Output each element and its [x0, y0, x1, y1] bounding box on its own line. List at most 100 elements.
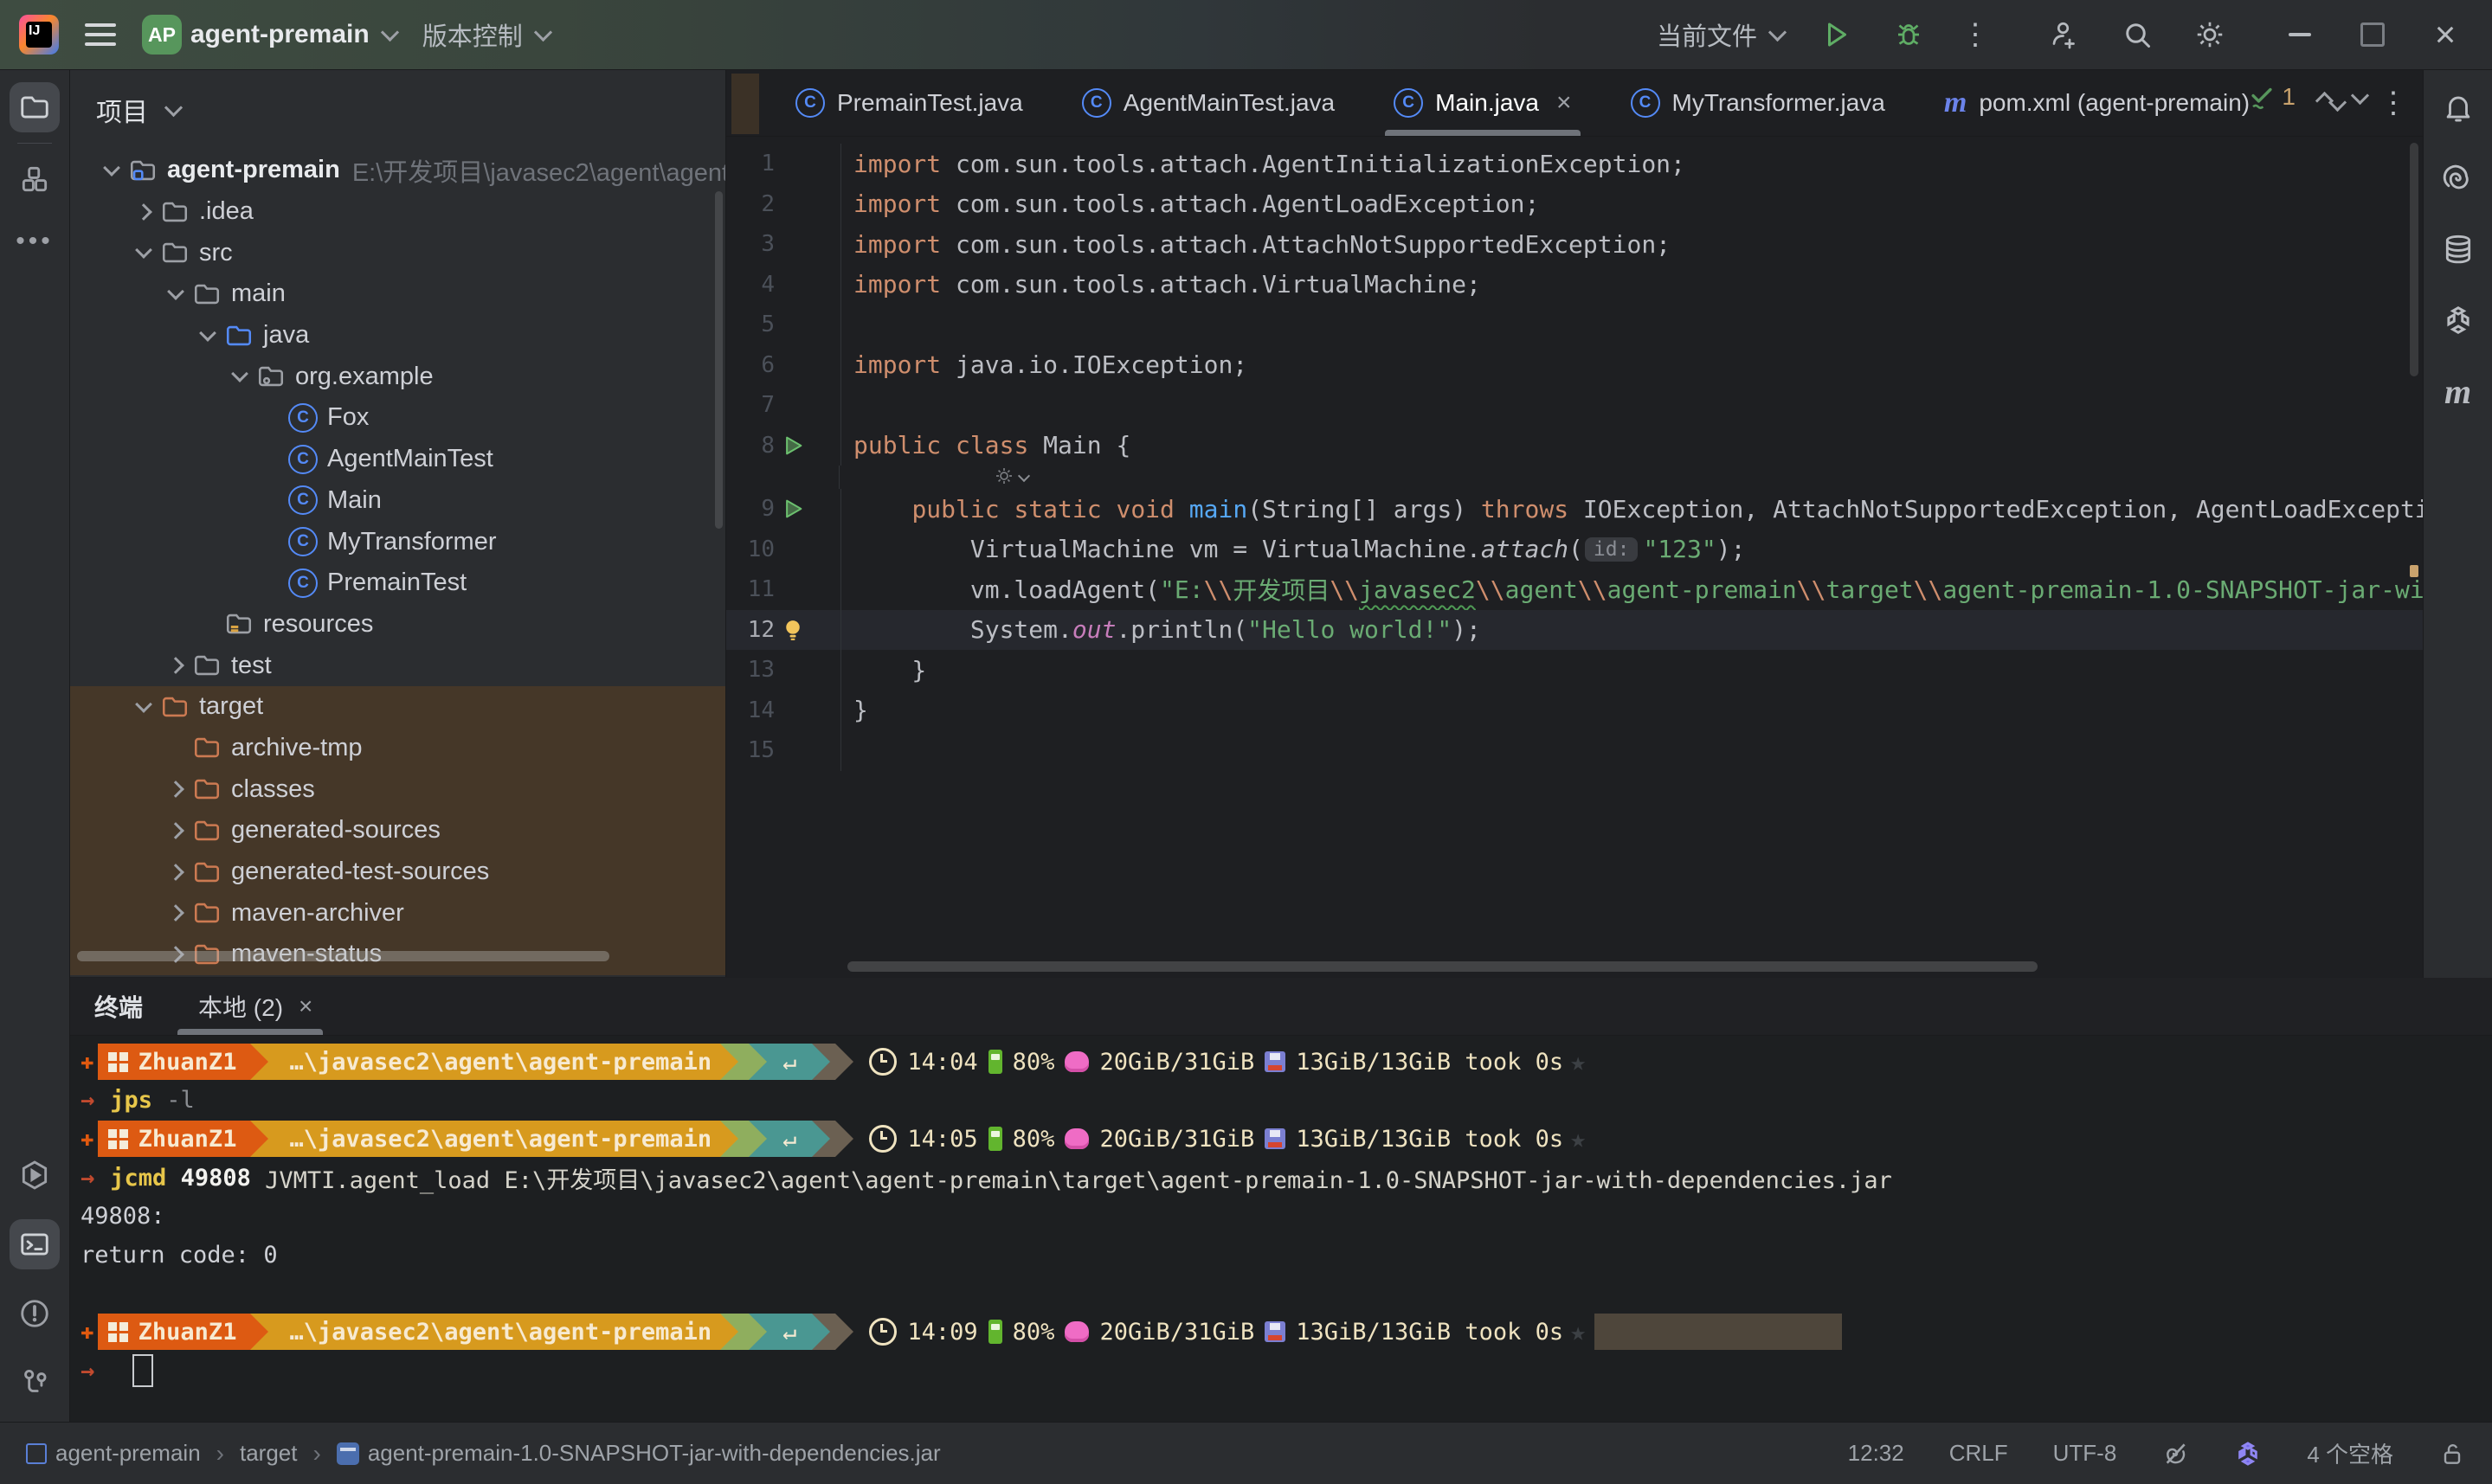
breadcrumb-module[interactable]: agent-premain [26, 1440, 201, 1467]
inspection-widget[interactable]: 1 [2247, 82, 2366, 112]
tree-item-main[interactable]: main [70, 273, 725, 315]
tree-item-agent-premain[interactable]: agent-premainE:\开发项目\javasec2\agent\agen… [70, 150, 725, 191]
tree-item-.idea[interactable]: .idea [70, 191, 725, 233]
tree-horizontal-scrollbar[interactable] [77, 951, 609, 961]
tab-pom.xml-agent-premain-[interactable]: mpom.xml (agent-premain) [1915, 70, 2279, 136]
tree-item-Main[interactable]: CMain [70, 480, 725, 522]
more-tool-windows-button[interactable]: ••• [10, 216, 60, 267]
code-line-8[interactable]: 8public class Main { [726, 426, 2424, 466]
terminal-output[interactable]: ✚ZhuanZ1…\javasec2\agent\agent-premain↵1… [70, 1036, 2492, 1390]
tree-item-org.example[interactable]: org.example [70, 356, 725, 397]
run-button[interactable] [1815, 14, 1857, 55]
tool-services-button[interactable] [10, 1150, 60, 1200]
code-line-12[interactable]: 12 System.out.println("Hello world!"); [726, 610, 2424, 651]
chevron-down-icon[interactable] [128, 249, 159, 256]
run-configuration-selector[interactable]: 当前文件 [1657, 16, 1784, 53]
settings-button[interactable] [2189, 14, 2231, 55]
close-icon[interactable]: × [299, 993, 312, 1020]
ai-assistant-button[interactable] [2433, 153, 2483, 203]
chevron-right-icon[interactable] [160, 866, 191, 878]
tree-item-AgentMainTest[interactable]: CAgentMainTest [70, 439, 725, 480]
code-line-5[interactable]: 5 [726, 305, 2424, 345]
encoding-widget[interactable]: UTF-8 [2053, 1440, 2117, 1467]
project-widget[interactable]: AP agent-premain [142, 15, 396, 55]
editor-horizontal-scrollbar[interactable] [847, 961, 2038, 972]
editor-vertical-scrollbar[interactable] [2410, 143, 2418, 376]
tree-item-src[interactable]: src [70, 232, 725, 273]
dependencies-button[interactable] [2433, 295, 2483, 345]
chevron-right-icon[interactable] [160, 783, 191, 795]
tree-item-maven-archiver[interactable]: maven-archiver [70, 892, 725, 934]
code-line-7[interactable]: 7 [726, 385, 2424, 426]
chevron-down-icon[interactable] [128, 703, 159, 710]
tree-vertical-scrollbar[interactable] [715, 191, 723, 529]
chevron-right-icon[interactable] [160, 907, 191, 919]
tree-item-MyTransformer[interactable]: CMyTransformer [70, 521, 725, 562]
close-tab-icon[interactable]: × [1556, 88, 1572, 118]
chevron-down-icon[interactable] [96, 167, 127, 174]
code-line-11[interactable]: 11 vm.loadAgent("E:\\开发项目\\javasec2\\age… [726, 569, 2424, 610]
ai-disabled-widget[interactable] [2161, 1440, 2189, 1468]
code-line-3[interactable]: 3import com.sun.tools.attach.AttachNotSu… [726, 224, 2424, 265]
code-line-9[interactable]: 9 public static void main(String[] args)… [726, 489, 2424, 530]
more-actions-button[interactable]: ⋮ [1961, 20, 1990, 49]
window-close-button[interactable]: × [2424, 14, 2466, 55]
editor-stripe-mark[interactable] [2410, 565, 2418, 577]
tree-item-java[interactable]: java [70, 315, 725, 357]
run-line-icon[interactable] [776, 429, 809, 462]
tree-item-generated-sources[interactable]: generated-sources [70, 810, 725, 851]
maven-button[interactable]: m [2433, 366, 2483, 416]
search-everywhere-button[interactable] [2116, 14, 2158, 55]
chevron-right-icon[interactable] [160, 659, 191, 671]
tab-AgentMainTest.java[interactable]: CAgentMainTest.java [1053, 70, 1364, 136]
breadcrumb-target[interactable]: target [240, 1440, 298, 1467]
plugin-widget[interactable] [2234, 1440, 2262, 1468]
line-separator-widget[interactable]: CRLF [1949, 1440, 2008, 1467]
code-line-10[interactable]: 10 VirtualMachine vm = VirtualMachine.at… [726, 530, 2424, 570]
tool-problems-button[interactable] [10, 1288, 60, 1339]
code-line-15[interactable]: 15 [726, 730, 2424, 771]
indent-widget[interactable]: 4 个空格 [2307, 1437, 2393, 1469]
tab-Main.java[interactable]: CMain.java× [1364, 70, 1600, 136]
code-line-1[interactable]: 1import com.sun.tools.attach.AgentInitia… [726, 144, 2424, 184]
debug-button[interactable] [1888, 14, 1929, 55]
window-minimize-button[interactable] [2279, 14, 2321, 55]
tab-MyTransformer.java[interactable]: CMyTransformer.java [1601, 70, 1915, 136]
tree-item-archive-tmp[interactable]: archive-tmp [70, 728, 725, 769]
chevron-down-icon[interactable] [192, 332, 223, 339]
tree-item-PremainTest[interactable]: CPremainTest [70, 562, 725, 604]
tab-PremainTest.java[interactable]: CPremainTest.java [766, 70, 1053, 136]
tree-item-classes[interactable]: classes [70, 768, 725, 810]
chevron-right-icon[interactable] [128, 206, 159, 218]
tab-options-button[interactable]: ⋮ [2379, 88, 2408, 118]
caret-position-widget[interactable]: 12:32 [1848, 1440, 1904, 1467]
project-panel-header[interactable]: 项目 [70, 70, 725, 150]
code-editor[interactable]: 1import com.sun.tools.attach.AgentInitia… [726, 137, 2424, 977]
terminal-tab-local[interactable]: 本地 (2) × [198, 978, 312, 1035]
lock-widget[interactable] [2438, 1440, 2466, 1468]
code-line-14[interactable]: 14} [726, 691, 2424, 731]
tool-vcs-button[interactable] [10, 1358, 60, 1408]
code-line-6[interactable]: 6import java.io.IOException; [726, 345, 2424, 386]
tree-item-target[interactable]: target [70, 686, 725, 728]
tool-structure-button[interactable] [10, 154, 60, 204]
inlay-hint-row[interactable] [726, 466, 2424, 489]
notifications-button[interactable] [2433, 82, 2483, 132]
next-problem-icon[interactable] [2351, 86, 2369, 104]
breadcrumb-agent-premain-1.0-SNAPSHOT-jar-with-dependencies.jar[interactable]: agent-premain-1.0-SNAPSHOT-jar-with-depe… [337, 1440, 941, 1467]
vcs-widget[interactable]: 版本控制 [422, 16, 550, 53]
tree-item-resources[interactable]: resources [70, 604, 725, 646]
tree-item-generated-test-sources[interactable]: generated-test-sources [70, 851, 725, 893]
tree-item-test[interactable]: test [70, 645, 725, 686]
code-line-4[interactable]: 4import com.sun.tools.attach.VirtualMach… [726, 265, 2424, 305]
code-line-2[interactable]: 2import com.sun.tools.attach.AgentLoadEx… [726, 184, 2424, 225]
code-with-me-button[interactable] [2044, 14, 2085, 55]
tool-project-button[interactable] [10, 82, 60, 132]
database-button[interactable] [2433, 224, 2483, 274]
run-line-icon[interactable] [776, 492, 809, 525]
tree-item-Fox[interactable]: CFox [70, 397, 725, 439]
chevron-down-icon[interactable] [224, 373, 255, 380]
chevron-down-icon[interactable] [160, 291, 191, 298]
tool-terminal-button[interactable] [10, 1219, 60, 1269]
intention-bulb-icon[interactable] [776, 614, 809, 646]
